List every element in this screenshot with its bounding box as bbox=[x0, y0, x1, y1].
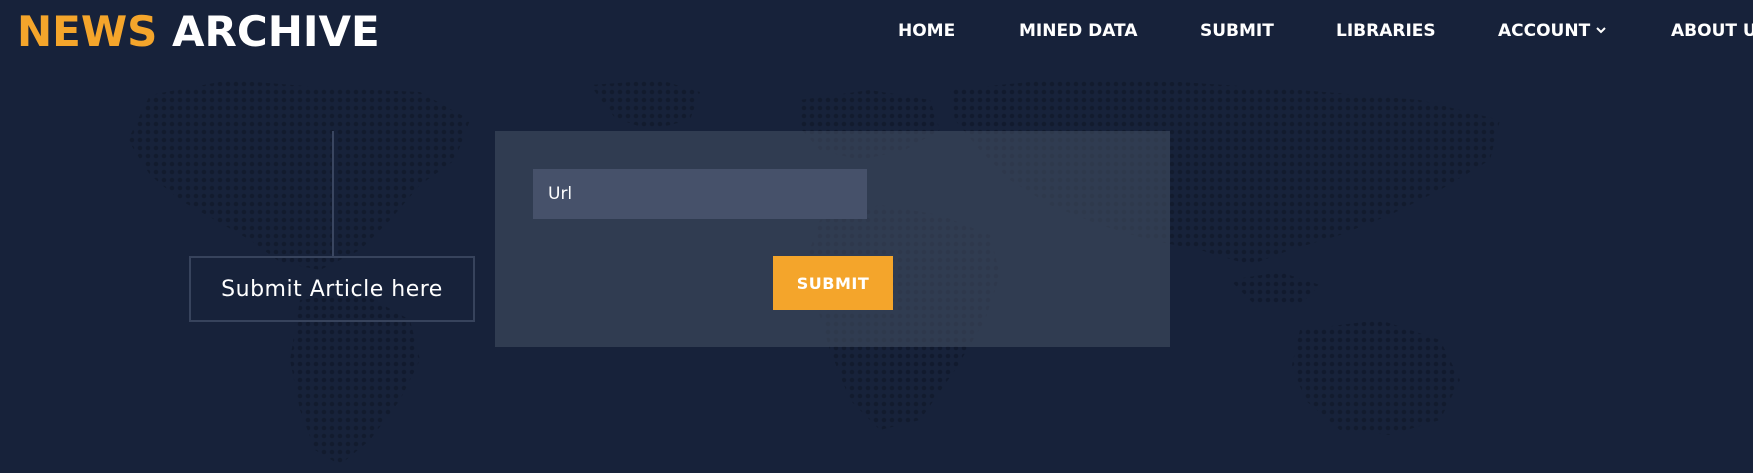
submit-button[interactable]: SUBMIT bbox=[773, 256, 893, 310]
url-input[interactable] bbox=[533, 169, 867, 219]
nav-item-mined-data[interactable]: MINED DATA bbox=[1019, 18, 1138, 44]
nav-item-libraries[interactable]: LIBRARIES bbox=[1336, 18, 1436, 44]
nav-item-submit[interactable]: SUBMIT bbox=[1200, 18, 1274, 44]
nav-item-home[interactable]: HOME bbox=[898, 18, 955, 44]
submit-article-callout: Submit Article here bbox=[189, 256, 475, 322]
submit-form-panel: SUBMIT bbox=[495, 131, 1170, 347]
main-nav: HOME MINED DATA SUBMIT LIBRARIES ACCOUNT… bbox=[0, 18, 1753, 44]
chevron-down-icon bbox=[1596, 16, 1606, 42]
nav-item-account-label: ACCOUNT bbox=[1498, 21, 1591, 41]
callout-connector-line bbox=[332, 131, 334, 256]
nav-item-about-us[interactable]: ABOUT US bbox=[1671, 18, 1753, 44]
nav-item-account[interactable]: ACCOUNT bbox=[1498, 18, 1606, 44]
callout-label: Submit Article here bbox=[221, 276, 443, 302]
